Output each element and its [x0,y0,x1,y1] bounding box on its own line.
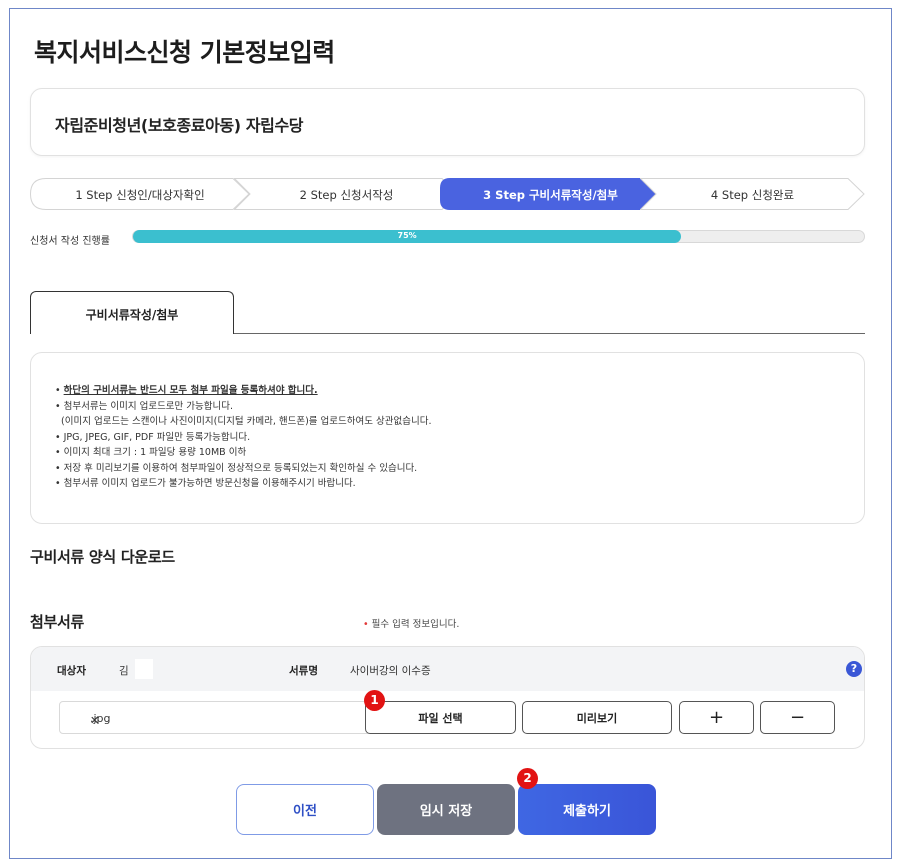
attachment-panel: 대상자 김 서류명 사이버강의 이수증 ? .jpg ✕ 파일 선택 미리보기 … [30,646,865,749]
docname-value: 사이버강의 이수증 [350,665,431,677]
notice-item: • 저장 후 미리보기를 이용하여 첨부파일이 정상적으로 등록되었는지 확인하… [55,462,418,474]
notice-item: (이미지 업로드는 스캔이나 사진이미지(디지털 카메라, 핸드폰)를 업로드하… [61,416,432,427]
tab-documents[interactable]: 구비서류작성/첨부 [30,291,234,334]
add-file-button[interactable]: + [679,701,754,734]
notice-box: • 하단의 구비서류는 반드시 모두 첨부 파일을 등록하셔야 합니다. • 첨… [30,352,865,524]
page-title: 복지서비스신청 기본정보입력 [34,38,335,67]
step-3-label: 3 Step 구비서류작성/첨부 [483,188,618,202]
remove-file-button[interactable]: − [760,701,835,734]
help-icon[interactable]: ? [846,661,862,677]
subject-label: 대상자 [57,665,86,677]
docname-label: 서류명 [289,665,318,677]
notice-item: • 첨부서류는 이미지 업로드로만 가능합니다. [55,400,234,412]
temp-save-button[interactable]: 임시 저장 [377,784,515,835]
step-2-label: 2 Step 신청서작성 [299,188,394,202]
download-section-title: 구비서류 양식 다운로드 [30,548,175,566]
progress-text: 75% [397,231,417,240]
prev-button[interactable]: 이전 [236,784,374,835]
step-2: 2 Step 신청서작성 [234,178,459,210]
step-indicator: 1 Step 신청인/대상자확인 2 Step 신청서작성 3 Step 구비서… [30,178,865,210]
step-1-label: 1 Step 신청인/대상자확인 [75,188,205,202]
notice-item: • 하단의 구비서류는 반드시 모두 첨부 파일을 등록하셔야 합니다. [55,385,318,396]
notice-item: • JPG, JPEG, GIF, PDF 파일만 등록가능합니다. [55,431,251,443]
step-1: 1 Step 신청인/대상자확인 [30,178,250,210]
notice-item: • 이미지 최대 크기 : 1 파일당 용량 10MB 이하 [55,447,247,458]
clear-icon[interactable]: ✕ [90,712,377,730]
callout-badge-1: 1 [364,690,385,711]
submit-button[interactable]: 제출하기 [518,784,656,835]
attachment-header: 대상자 김 서류명 사이버강의 이수증 ? [31,647,864,691]
step-3: 3 Step 구비서류작성/첨부 [440,178,661,210]
service-name: 자립준비청년(보호종료아동) 자립수당 [55,116,304,135]
subject-value: 김 [119,665,129,677]
notice-list: • 하단의 구비서류는 반드시 모두 첨부 파일을 등록하셔야 합니다. • 첨… [55,383,431,492]
attach-section-title: 첨부서류 [30,613,85,631]
tab-documents-label: 구비서류작성/첨부 [85,308,179,322]
progress-label: 신청서 작성 진행률 [30,236,110,247]
callout-badge-2: 2 [517,768,538,789]
step-4: 4 Step 신청완료 [640,178,865,210]
required-note: • 필수 입력 정보입니다. [363,619,460,630]
file-name-field[interactable]: .jpg ✕ [59,701,386,734]
notice-item: • 첨부서류 이미지 업로드가 불가능하면 방문신청을 이용해주시기 바랍니다. [55,478,356,489]
progress-bar: 75% [132,230,865,243]
service-box: 자립준비청년(보호종료아동) 자립수당 [30,88,865,156]
progress-fill: 75% [133,230,682,243]
file-select-button[interactable]: 파일 선택 [365,701,516,734]
step-4-label: 4 Step 신청완료 [710,188,795,202]
preview-button[interactable]: 미리보기 [522,701,672,734]
masked-name [135,659,153,679]
